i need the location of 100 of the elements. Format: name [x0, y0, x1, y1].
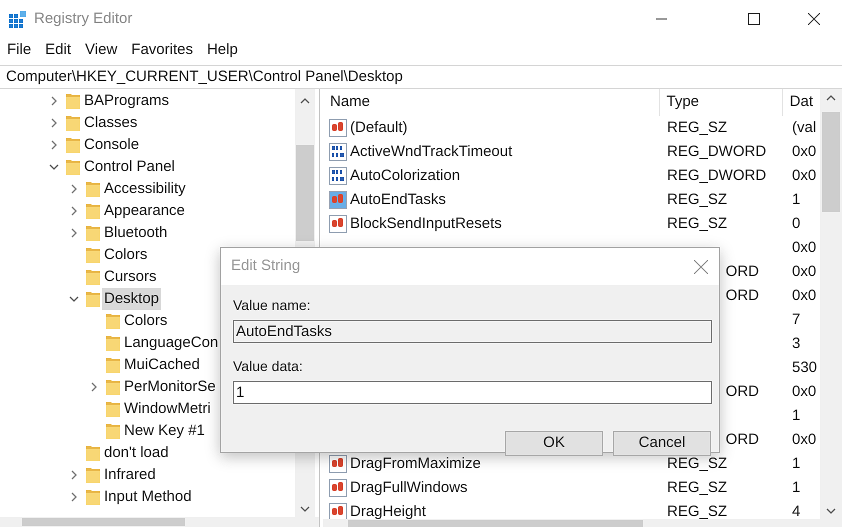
value-name[interactable]: DragFullWindows	[350, 476, 468, 500]
window-title: Registry Editor	[34, 8, 132, 29]
tree-item[interactable]: Desktop	[102, 288, 162, 310]
tree-item[interactable]: Cursors	[102, 266, 159, 288]
value-data: 0x0	[792, 262, 816, 282]
close-icon[interactable]	[808, 13, 820, 25]
tree-item[interactable]: LanguageCon	[122, 332, 220, 354]
tree-item[interactable]: BAPrograms	[82, 90, 172, 112]
column-header[interactable]: Type	[660, 89, 783, 116]
vertical-scrollbar[interactable]	[820, 89, 842, 519]
folder-icon	[106, 335, 120, 351]
tree-item[interactable]: Console	[82, 134, 142, 156]
address-field[interactable]: Computer\HKEY_CURRENT_USER\Control Panel\Desktop	[0, 65, 842, 89]
tree-item[interactable]: Control Panel	[82, 156, 177, 178]
registry-icon	[9, 10, 27, 28]
tree-item[interactable]: don't load	[102, 442, 171, 464]
column-header[interactable]: Dat	[782, 89, 820, 116]
value-type: ORD	[726, 382, 759, 402]
value-name[interactable]: AutoEndTasks	[350, 188, 446, 212]
folder-icon	[86, 489, 100, 505]
folder-icon	[86, 291, 100, 307]
value-data: 0x0	[792, 238, 816, 258]
value-data: (val	[792, 118, 816, 138]
tree-item[interactable]: Colors	[102, 244, 150, 266]
value-data: 1	[792, 478, 800, 498]
value-name[interactable]: (Default)	[350, 116, 408, 140]
ok-button[interactable]: OK	[505, 431, 603, 456]
scrollbar-thumb[interactable]	[822, 112, 840, 212]
value-name[interactable]: DragFromMaximize	[350, 452, 481, 476]
scrollbar-thumb[interactable]	[22, 518, 185, 526]
maximize-icon[interactable]	[748, 13, 760, 25]
value-data: 0x0	[792, 382, 816, 402]
folder-icon	[86, 445, 100, 461]
value-data: 0x0	[792, 142, 816, 162]
horizontal-scrollbar[interactable]	[323, 519, 842, 527]
value-data: 7	[792, 310, 800, 330]
tree-item[interactable]: Accessibility	[102, 178, 188, 200]
tree-item[interactable]: WindowMetri	[122, 398, 213, 420]
folder-icon	[86, 467, 100, 483]
folder-icon	[106, 313, 120, 329]
value-type: REG_DWORD	[667, 142, 766, 162]
value-data: 0	[792, 214, 800, 234]
tree-item[interactable]: Colors	[122, 310, 170, 332]
tree-item[interactable]: Input Method	[102, 486, 194, 508]
value-type: REG_DWORD	[667, 166, 766, 186]
folder-icon	[106, 401, 120, 417]
value-data: 0x0	[792, 286, 816, 306]
readonly-field[interactable]: AutoEndTasks	[233, 320, 712, 343]
tree-item[interactable]: Infrared	[102, 464, 158, 486]
folder-icon	[86, 181, 100, 197]
folder-icon	[86, 203, 100, 219]
tree-item[interactable]: New Key #1	[122, 420, 207, 442]
value-data: 0x0	[792, 166, 816, 186]
menu-item[interactable]: View	[85, 38, 118, 62]
cancel-button[interactable]: Cancel	[613, 431, 711, 456]
field-label: Value name:	[233, 296, 312, 315]
value-name[interactable]: AutoColorization	[350, 164, 460, 188]
menu-item[interactable]: Favorites	[131, 38, 193, 62]
scroll-down-icon[interactable]	[826, 507, 836, 515]
value-type: REG_SZ	[667, 478, 728, 498]
menu-item[interactable]: Help	[206, 38, 238, 62]
value-type: REG_SZ	[667, 190, 728, 210]
value-data: 1	[792, 454, 800, 474]
column-header[interactable]: Name	[323, 89, 660, 116]
value-type: REG_SZ	[667, 214, 728, 234]
value-type: REG_SZ	[667, 118, 728, 138]
folder-icon	[106, 423, 120, 439]
value-data: 1	[792, 406, 800, 426]
field-label: Value data:	[233, 357, 304, 376]
value-name[interactable]: DragHeight	[350, 500, 426, 519]
value-type: ORD	[726, 262, 759, 282]
value-name[interactable]: BlockSendInputResets	[350, 212, 502, 236]
folder-icon	[66, 93, 80, 109]
scrollbar-thumb[interactable]	[348, 520, 643, 526]
value-data: 530	[792, 358, 818, 378]
value-data: 0x0	[792, 430, 816, 450]
value-type: ORD	[726, 430, 759, 450]
tree-item[interactable]: MuiCached	[122, 354, 202, 376]
input-field[interactable]: 1	[233, 381, 712, 404]
folder-icon	[66, 159, 80, 175]
tree-item[interactable]: Classes	[82, 112, 140, 134]
tree-item[interactable]: Bluetooth	[102, 222, 170, 244]
scroll-up-icon[interactable]	[826, 94, 836, 102]
scroll-down-icon[interactable]	[300, 505, 310, 513]
tree-item[interactable]: PerMonitorSe	[122, 376, 218, 398]
value-data: 3	[792, 334, 800, 354]
value-data: 1	[792, 190, 800, 210]
tree-item[interactable]: Appearance	[102, 200, 187, 222]
folder-icon	[106, 357, 120, 373]
folder-icon	[106, 379, 120, 395]
menu-item[interactable]: File	[7, 38, 32, 62]
folder-icon	[66, 115, 80, 131]
value-name[interactable]: ActiveWndTrackTimeout	[350, 140, 512, 164]
value-type: ORD	[726, 286, 759, 306]
value-data: 4	[792, 502, 800, 519]
scroll-up-icon[interactable]	[300, 97, 310, 105]
menu-item[interactable]: Edit	[45, 38, 72, 62]
folder-icon	[86, 225, 100, 241]
scrollbar-thumb[interactable]	[296, 145, 314, 241]
horizontal-scrollbar[interactable]	[0, 517, 319, 527]
